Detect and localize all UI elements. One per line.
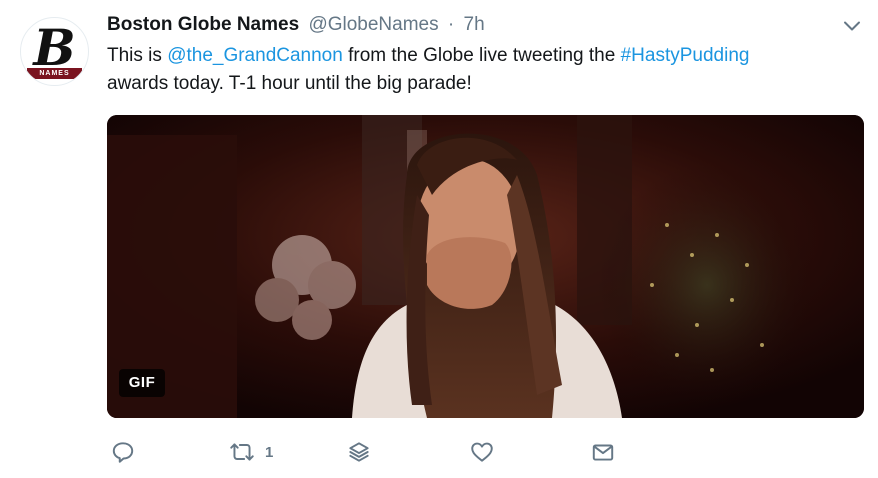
tweet-text-part: awards today. T-1 hour until the big par… — [107, 73, 472, 94]
reply-icon — [112, 442, 134, 463]
gif-frame-image — [107, 115, 864, 418]
header-separator: · — [447, 14, 455, 35]
tweet-timestamp[interactable]: 7h — [464, 14, 485, 35]
tweet-text: This is @the_GrandCannon from the Globe … — [107, 42, 847, 98]
heart-icon — [471, 442, 493, 462]
reply-button[interactable] — [110, 432, 136, 472]
gif-badge: GIF — [119, 369, 165, 397]
tweet-text-part: from the Globe live tweeting the — [342, 45, 621, 66]
layers-icon — [349, 442, 369, 462]
author-display-name[interactable]: Boston Globe Names — [107, 14, 299, 35]
gif-media[interactable]: GIF — [107, 115, 864, 418]
like-button[interactable] — [469, 432, 495, 472]
hashtag-link[interactable]: #HastyPudding — [621, 45, 750, 66]
avatar-logo-ribbon: NAMES — [27, 68, 82, 79]
author-handle[interactable]: @GlobeNames — [308, 14, 438, 35]
retweet-icon — [230, 443, 254, 461]
tweet-header: Boston Globe Names @GlobeNames · 7h — [107, 12, 485, 38]
tweet-action-bar: 1 — [0, 432, 878, 472]
mention-link[interactable]: @the_GrandCannon — [167, 45, 343, 66]
share-stack-button[interactable] — [346, 432, 372, 472]
retweet-button[interactable]: 1 — [228, 432, 273, 472]
tweet-text-part: This is — [107, 45, 168, 66]
direct-message-button[interactable] — [590, 432, 616, 472]
tweet-card: B NAMES Boston Globe Names @GlobeNames ·… — [0, 0, 878, 478]
retweet-count: 1 — [265, 443, 274, 461]
avatar-logo-letter: B — [33, 18, 76, 77]
tweet-menu-button[interactable] — [840, 14, 864, 38]
envelope-icon — [592, 444, 614, 461]
author-avatar[interactable]: B NAMES — [20, 17, 89, 86]
chevron-down-icon — [844, 21, 860, 31]
